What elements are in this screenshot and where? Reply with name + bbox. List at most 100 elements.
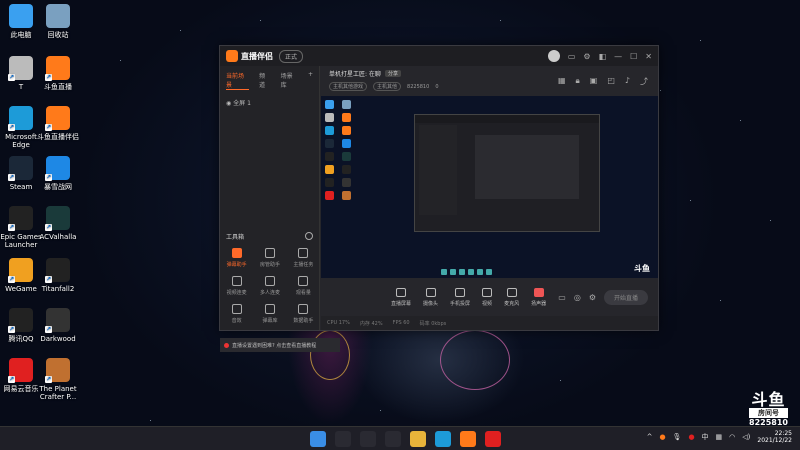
preview-darkwood-icon [341, 178, 351, 187]
desktop-icon[interactable]: ↗ 斗鱼直播 [36, 56, 80, 91]
control-label: 视频 [482, 300, 493, 307]
tool-item[interactable]: 主播任务 [287, 248, 320, 268]
settings-icon[interactable]: ⚙ [583, 52, 590, 61]
settings-gear-icon[interactable]: ⚙ [589, 293, 596, 302]
status-cpu: CPU 17% [327, 320, 350, 326]
category-tag[interactable]: 主机其他 [373, 82, 402, 91]
task-view-icon[interactable] [360, 431, 376, 447]
tool-label: 视频连麦 [226, 290, 247, 296]
widgets-icon[interactable] [385, 431, 401, 447]
tool-item[interactable]: 视频连麦 [220, 276, 253, 296]
go-live-button[interactable]: 开始直播 [603, 289, 648, 305]
ime-indicator[interactable]: 中 [702, 432, 709, 442]
desktop-icon[interactable]: ↗ 斗鱼直播伴侣 [36, 106, 80, 141]
douyu-icon: ↗ [45, 56, 70, 81]
volume-icon[interactable]: ◁) [742, 433, 750, 441]
tool-item[interactable]: 弹幕助手 [220, 248, 253, 268]
netease-music-icon: ↗ [8, 358, 33, 383]
notice-dot-icon [224, 342, 229, 348]
star [560, 380, 561, 381]
clock[interactable]: 22:25 2021/12/22 [757, 430, 792, 444]
add-scene-icon[interactable]: + [308, 71, 313, 90]
message-icon[interactable]: ▭ [568, 52, 576, 61]
control-camera[interactable]: 摄像头 [423, 287, 439, 307]
share-icon[interactable]: ⤴ [640, 76, 648, 87]
skin-icon[interactable]: ◧ [599, 52, 607, 61]
netease-tray-icon[interactable]: ● [688, 433, 694, 441]
camera-icon [425, 287, 436, 297]
control-speaker[interactable]: 扬声器 [531, 287, 546, 307]
desktop-icon[interactable]: ↗ The Planet Crafter P... [36, 358, 80, 401]
search-icon[interactable] [335, 431, 351, 447]
tool-item[interactable]: 观看量 [287, 276, 320, 296]
eye-toggle-icon[interactable]: ◎ [574, 293, 581, 302]
screenshot-icon[interactable]: ◰ [607, 76, 615, 87]
tool-item[interactable]: 房管助手 [253, 248, 286, 268]
chevron-up-icon[interactable]: ^ [647, 433, 653, 441]
control-label: 摄像头 [423, 300, 439, 307]
notice-text: 直播设置遇到困难? 点击查看直播教程 [232, 342, 317, 349]
room-title[interactable]: 单机打星工匠: 在聊 [329, 69, 381, 78]
live-companion-window[interactable]: 直播伴侣 正式 ▭ ⚙ ◧ — ☐ ✕ 当前场景 频道 场景库 + ◉ 全屏 1… [219, 45, 659, 352]
lock-icon[interactable]: 🔒︎ [576, 76, 580, 87]
tool-item[interactable]: 音效 [220, 304, 253, 324]
douyu-tray-icon[interactable]: ● [659, 433, 665, 441]
desktop-icon[interactable]: ↗ Titanfall2 [36, 258, 80, 293]
preview-epic-icon [325, 152, 334, 161]
control-screen[interactable]: 直播屏幕 [391, 287, 411, 307]
desktop-icon[interactable]: ↗ 暴雪战网 [36, 156, 80, 191]
control-mic[interactable]: 麦克风 [504, 287, 519, 307]
category-tag[interactable]: 主机其他游戏 [329, 82, 368, 91]
system-tray: ^ ● 🎙︎ ● 中 ▦ ◠ ◁) 22:25 2021/12/22 [647, 430, 792, 444]
layout-icon[interactable]: ▦ [558, 76, 566, 87]
stream-preview[interactable]: 斗鱼 [321, 96, 658, 278]
window-titlebar[interactable]: 直播伴侣 正式 ▭ ⚙ ◧ — ☐ ✕ [220, 46, 658, 66]
bell-icon[interactable]: ♪ [625, 76, 630, 87]
video-icon [482, 287, 493, 297]
tool-label: 主播任务 [293, 262, 314, 268]
grid-tray-icon[interactable]: ▦ [716, 433, 723, 441]
tool-item[interactable]: 弹幕库 [253, 304, 286, 324]
star [180, 30, 181, 31]
toolbox-more-icon[interactable] [305, 232, 313, 240]
maximize-icon[interactable]: ☐ [630, 52, 637, 61]
camera-toggle-icon[interactable]: ▭ [558, 293, 566, 302]
minimize-icon[interactable]: — [614, 52, 622, 61]
shortcut-arrow-icon: ↗ [45, 224, 52, 231]
user-avatar[interactable] [547, 50, 560, 62]
tool-item[interactable]: 多人连麦 [253, 276, 286, 296]
preview-recycle-bin-icon [341, 100, 351, 109]
close-icon[interactable]: ✕ [645, 52, 652, 61]
control-phone-cast[interactable]: 手机投屏 [450, 287, 471, 307]
eye-icon[interactable]: ◉ [226, 100, 231, 107]
scene-item[interactable]: ◉ 全屏 1 [220, 95, 319, 110]
record-icon[interactable]: ▣ [590, 76, 598, 87]
help-notice[interactable]: 直播设置遇到困难? 点击查看直播教程 [220, 338, 340, 352]
tab-current-scene[interactable]: 当前场景 [226, 71, 250, 90]
tab-channel[interactable]: 频道 [259, 71, 271, 90]
scene-item-label: 全屏 1 [233, 100, 251, 107]
tab-scene-library[interactable]: 场景库 [281, 71, 298, 90]
douyu-companion-icon[interactable] [460, 431, 476, 447]
tool-item[interactable]: 数据助手 [287, 304, 320, 324]
windows-start-icon[interactable] [310, 431, 326, 447]
shortcut-arrow-icon: ↗ [45, 376, 52, 383]
wegame-icon: ↗ [8, 258, 33, 283]
mic-tray-icon[interactable]: 🎙︎ [673, 433, 682, 441]
share-chip[interactable]: 分享 [384, 70, 401, 77]
version-badge[interactable]: 正式 [279, 49, 304, 63]
star [150, 420, 151, 421]
phone-cast-icon [455, 287, 466, 297]
shortcut-arrow-icon: ↗ [45, 124, 52, 131]
star [700, 40, 701, 41]
wifi-icon[interactable]: ◠ [729, 433, 735, 441]
file-explorer-icon[interactable] [410, 431, 426, 447]
desktop-icon[interactable]: 回收站 [36, 4, 80, 39]
edge-icon[interactable] [435, 431, 451, 447]
tool-label: 观看量 [295, 290, 311, 296]
desktop-icon[interactable]: ↗ ACValhalla [36, 206, 80, 241]
control-label: 手机投屏 [450, 300, 471, 307]
desktop-icon[interactable]: ↗ Darkwood [36, 308, 80, 343]
netease-music-icon[interactable] [485, 431, 501, 447]
control-video[interactable]: 视频 [482, 287, 493, 307]
